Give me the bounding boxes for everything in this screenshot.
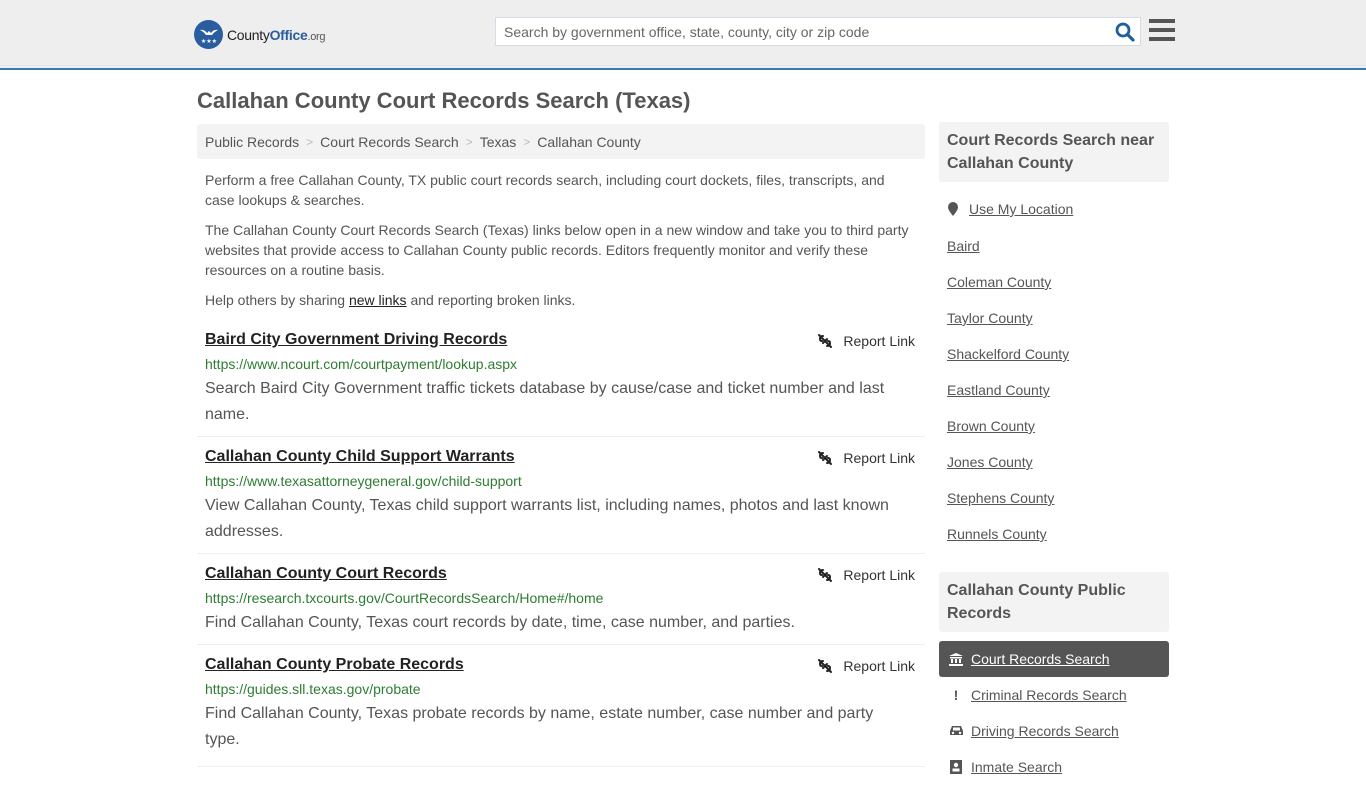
help-text: Help others by sharing [205,292,349,308]
breadcrumb-separator: > [523,134,531,149]
nearby-link[interactable]: Eastland County [947,382,1050,398]
sidebar-item-label[interactable]: Inmate Search [971,759,1062,775]
link-description: Find Callahan County, Texas court record… [205,614,795,631]
divider [197,766,925,767]
link-url: https://guides.sll.texas.gov/probate [205,681,421,697]
report-link-label: Report Link [843,450,915,466]
inmate-icon [948,760,964,774]
link-title[interactable]: Callahan County Court Records [205,565,447,583]
breadcrumb-separator: > [465,134,473,149]
report-link-button[interactable]: Report Link [817,567,915,583]
breadcrumb-texas[interactable]: Texas [480,134,517,150]
page-title: Callahan County Court Records Search (Te… [197,88,691,113]
use-my-location[interactable]: Use My Location [947,201,1073,217]
help-text-end: and reporting broken links. [406,292,576,308]
search-box [495,17,1141,46]
hamburger-menu-icon[interactable] [1149,19,1175,41]
broken-link-icon [818,568,833,582]
link-url: https://www.ncourt.com/courtpayment/look… [205,356,518,372]
link-item: Callahan County Court Records Report Lin… [197,565,925,645]
link-item: Callahan County Child Support Warrants R… [197,448,925,554]
public-records-heading: Callahan County Public Records [939,572,1169,632]
exclamation-icon: ! [953,687,959,703]
link-title[interactable]: Baird City Government Driving Records [205,331,507,349]
report-link-button[interactable]: Report Link [817,333,915,349]
sidebar-item-driving-records-search[interactable]: Driving Records Search [939,713,1169,749]
nearby-link[interactable]: Taylor County [947,310,1033,326]
nearby-link[interactable]: Baird [947,238,980,254]
help-paragraph: Help others by sharing new links and rep… [205,290,915,310]
nearby-link[interactable]: Jones County [947,454,1033,470]
disclaimer-paragraph: The Callahan County Court Records Search… [205,222,909,278]
nearby-link[interactable]: Stephens County [947,490,1054,506]
link-url: https://research.txcourts.gov/CourtRecor… [205,590,604,606]
report-link-button[interactable]: Report Link [817,450,915,466]
sidebar-item-criminal-records-search[interactable]: ! Criminal Records Search [939,677,1169,713]
link-description: Search Baird City Government traffic tic… [205,380,885,423]
link-title[interactable]: Callahan County Child Support Warrants [205,448,515,466]
sidebar-item-label[interactable]: Driving Records Search [971,723,1119,739]
sidebar-item-label[interactable]: Criminal Records Search [971,687,1127,703]
link-url: https://www.texasattorneygeneral.gov/chi… [205,473,522,489]
use-my-location-link[interactable]: Use My Location [969,201,1073,217]
report-link-label: Report Link [843,567,915,583]
sidebar-item-label[interactable]: Court Records Search [971,651,1110,667]
broken-link-icon [818,334,833,348]
link-title[interactable]: Callahan County Probate Records [205,656,464,674]
nearby-link[interactable]: Coleman County [947,274,1051,290]
report-link-button[interactable]: Report Link [817,658,915,674]
search-input[interactable] [496,18,1106,45]
new-links-link[interactable]: new links [349,292,407,308]
report-link-label: Report Link [843,333,915,349]
svg-text:★★★: ★★★ [200,38,216,45]
breadcrumb-public-records[interactable]: Public Records [205,134,299,150]
car-icon [948,725,964,737]
report-link-label: Report Link [843,658,915,674]
sidebar-item-court-records-search[interactable]: Court Records Search [939,641,1169,677]
breadcrumb-separator: > [306,134,314,149]
breadcrumb-court-records-search[interactable]: Court Records Search [320,134,459,150]
link-description: Find Callahan County, Texas probate reco… [205,705,874,748]
site-header: ★★★ CountyOffice.org [0,0,1366,70]
sidebar-item-inmate-search[interactable]: Inmate Search [939,749,1169,785]
broken-link-icon [818,659,833,673]
broken-link-icon [818,451,833,465]
nearby-link[interactable]: Runnels County [947,526,1047,542]
nearby-heading: Court Records Search near Callahan Count… [939,122,1169,182]
link-item: Baird City Government Driving Records Re… [197,331,925,437]
nearby-link[interactable]: Brown County [947,418,1035,434]
breadcrumb-current: Callahan County [537,133,641,150]
nearby-link[interactable]: Shackelford County [947,346,1069,362]
site-logo[interactable]: ★★★ CountyOffice.org [194,20,326,49]
link-item: Callahan County Probate Records Report L… [197,656,925,768]
link-description: View Callahan County, Texas child suppor… [205,497,889,540]
courthouse-icon [948,652,964,666]
eagle-logo-icon: ★★★ [194,20,223,49]
map-pin-icon [948,202,958,216]
intro-paragraph: Perform a free Callahan County, TX publi… [205,172,885,208]
breadcrumb: Public Records > Court Records Search > … [197,124,925,159]
logo-text: CountyOffice.org [227,26,326,43]
search-icon[interactable] [1114,21,1136,43]
